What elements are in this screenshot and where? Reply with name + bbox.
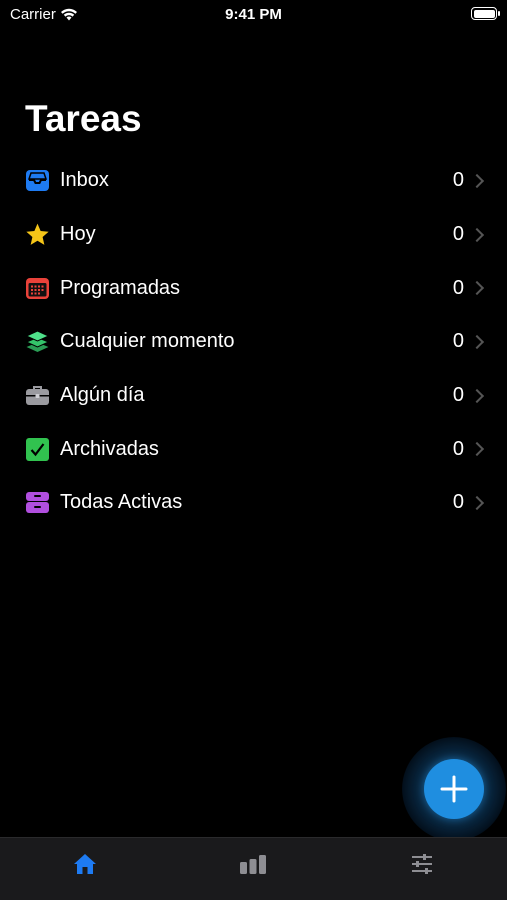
list-label: Archivadas [60,437,159,460]
briefcase-icon [25,383,50,408]
chevron-right-icon [469,173,485,188]
plus-icon [440,775,468,803]
sliders-icon [412,854,432,874]
stats-icon [240,855,266,874]
chevron-right-icon [469,495,485,511]
list-label: Inbox [60,169,109,192]
chevron-right-icon [469,227,485,242]
chevron-right-icon [469,281,485,296]
list-count: 0 [452,223,464,246]
layers-icon [25,329,50,354]
list-item-programadas[interactable]: Programadas 0 [0,261,507,315]
tab-home[interactable] [70,850,100,878]
add-task-button[interactable] [424,759,484,819]
list-count: 0 [452,491,464,514]
list-count: 0 [452,169,464,192]
home-icon [74,854,96,874]
list-count: 0 [452,276,464,299]
inbox-icon [25,168,50,193]
chevron-right-icon [469,388,485,403]
list-label: Hoy [60,223,96,246]
tab-settings[interactable] [407,850,437,878]
star-icon [25,222,50,247]
task-lists: Inbox 0 Hoy 0 Programadas 0 Cualquier mo… [0,154,507,530]
calendar-icon [25,276,50,301]
list-item-algun-dia[interactable]: Algún día 0 [0,369,507,423]
list-label: Cualquier momento [60,330,235,353]
status-bar: Carrier 9:41 PM [0,0,507,30]
chevron-right-icon [469,334,485,349]
list-count: 0 [452,437,464,460]
list-item-hoy[interactable]: Hoy 0 [0,208,507,262]
chevron-right-icon [469,442,485,457]
battery-icon [471,7,500,20]
list-item-cualquier-momento[interactable]: Cualquier momento 0 [0,315,507,369]
list-label: Todas Activas [60,491,183,514]
list-label: Programadas [60,276,181,299]
page-title: Tareas [25,98,142,139]
tray-icon [25,490,50,515]
list-count: 0 [452,384,464,407]
list-label: Algún día [60,384,145,407]
list-item-archivadas[interactable]: Archivadas 0 [0,422,507,476]
list-item-todas-activas[interactable]: Todas Activas 0 [0,476,507,530]
checkbox-icon [25,437,50,462]
status-time: 9:41 PM [225,6,282,23]
tab-stats[interactable] [238,850,268,878]
tab-bar [0,837,507,900]
list-item-inbox[interactable]: Inbox 0 [0,154,507,208]
list-count: 0 [452,330,464,353]
